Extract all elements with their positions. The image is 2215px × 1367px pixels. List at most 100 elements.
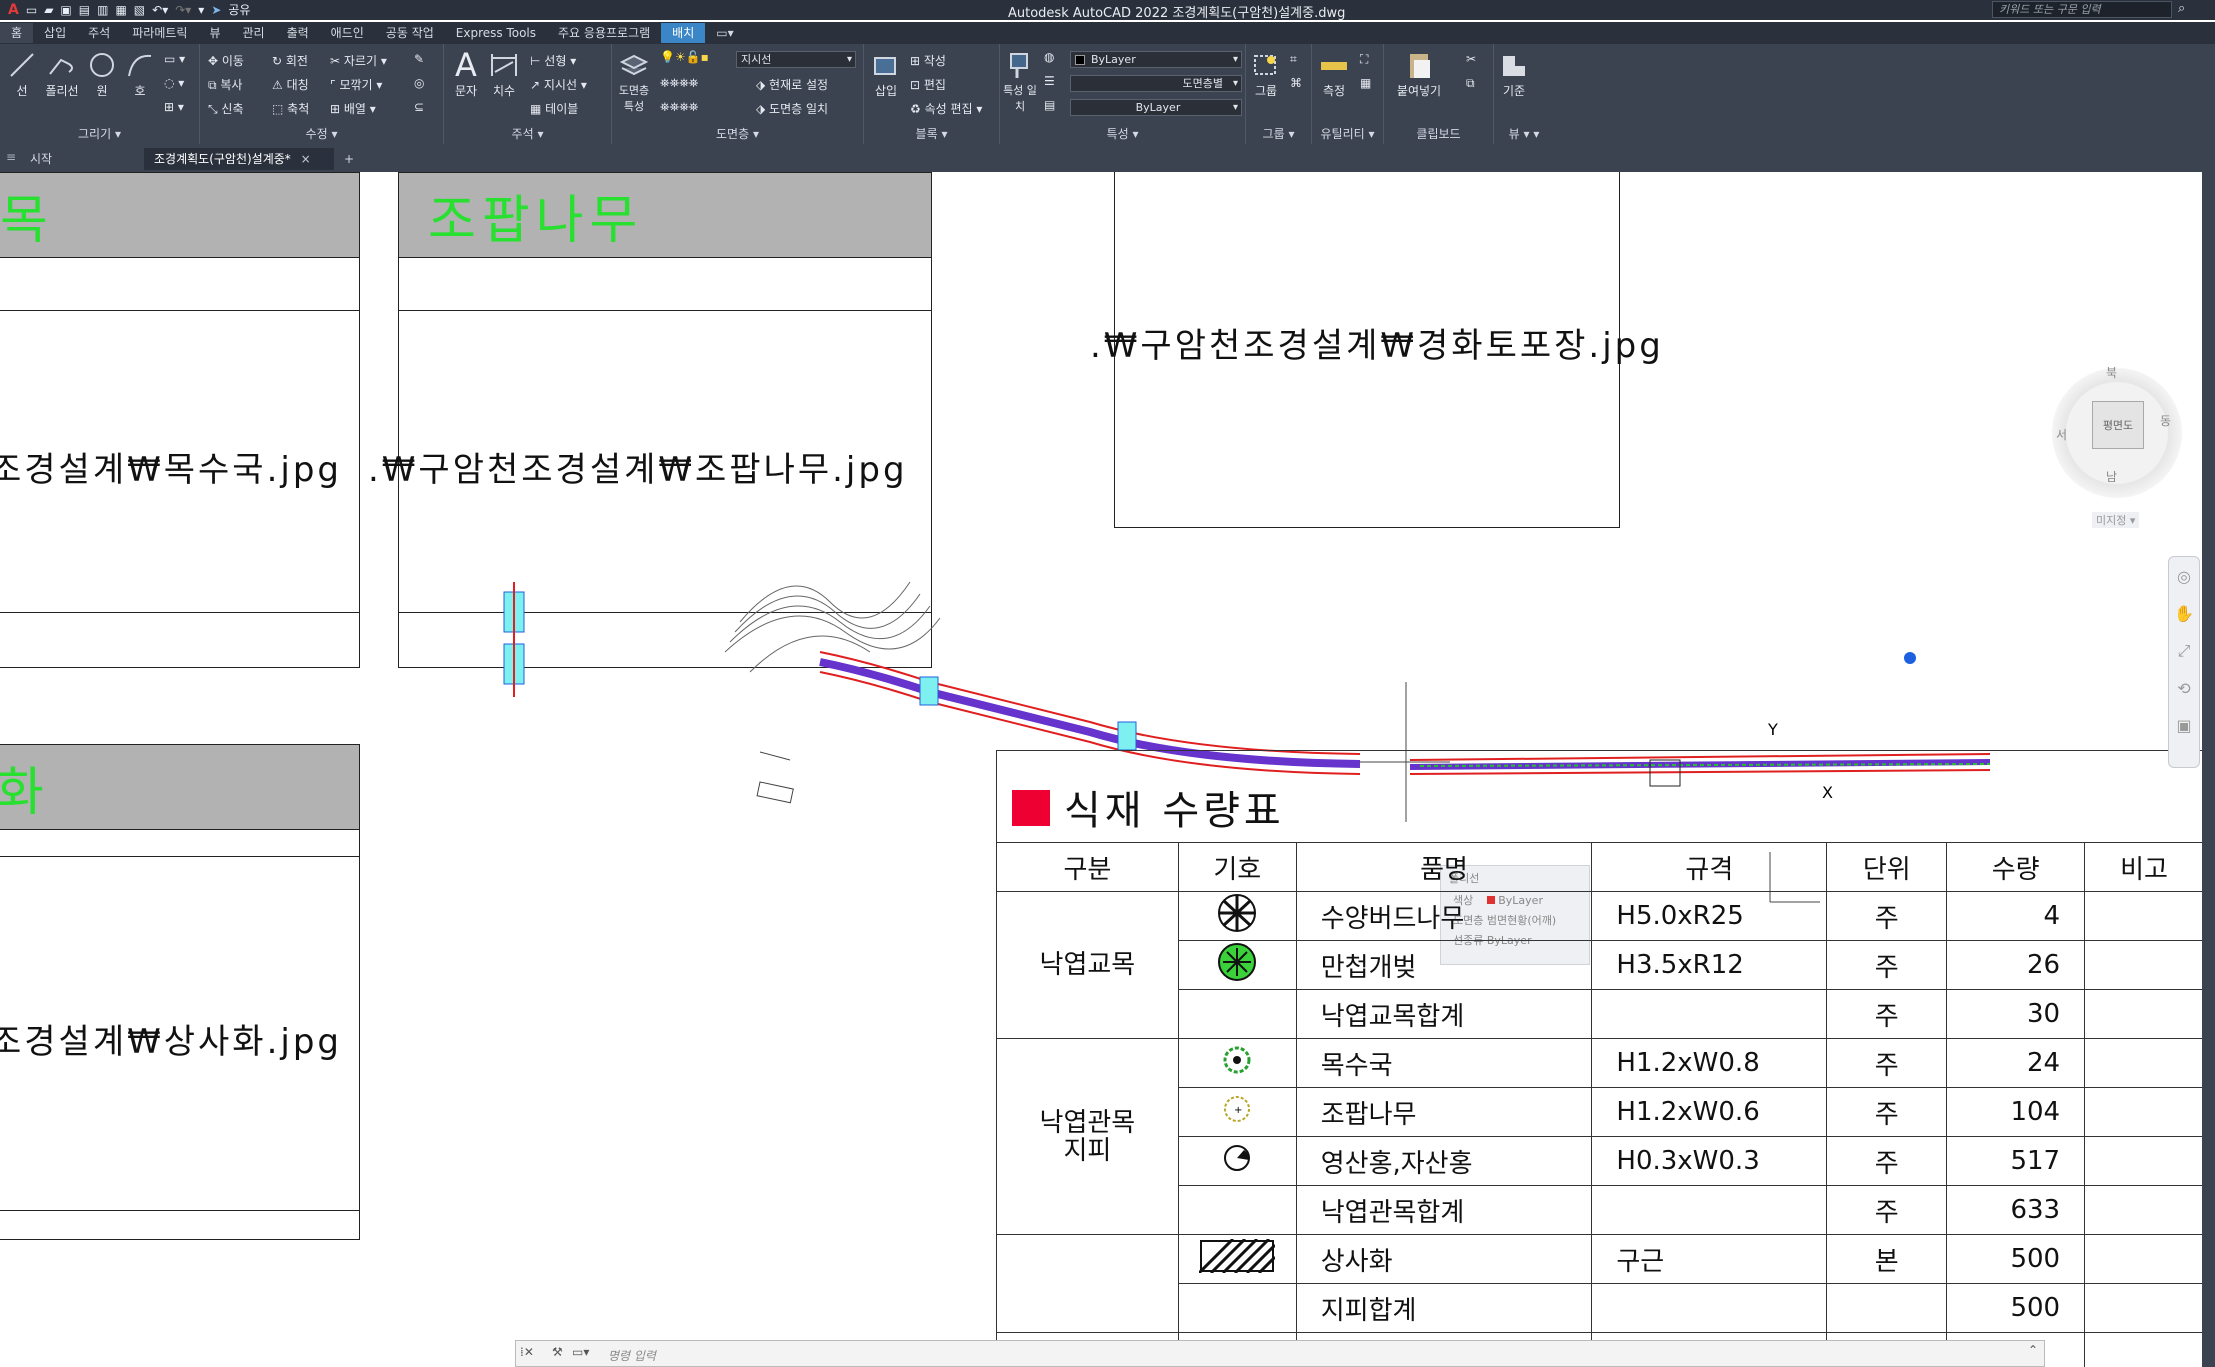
line-button[interactable]: 선	[4, 50, 40, 99]
rectangle-icon[interactable]: ▭ ▾	[164, 52, 185, 66]
array-button[interactable]: ⊞ 배열 ▾	[330, 100, 376, 117]
text-button[interactable]: A 문자	[448, 48, 484, 99]
stretch-button[interactable]: ⤡ 신축	[208, 100, 244, 117]
pan-icon[interactable]: ✋	[2169, 604, 2199, 623]
leader-button[interactable]: ↗ 지시선 ▾	[530, 76, 587, 93]
boundary-icon[interactable]: ⊞ ▾	[164, 100, 184, 114]
tab-drawing[interactable]: 조경계획도(구암천)설계중* ×	[144, 148, 334, 170]
tab-express-tools[interactable]: Express Tools	[445, 23, 547, 43]
layer-tools-icons[interactable]: ⛯⛯⛯⛯	[660, 76, 698, 91]
layer-state-icons[interactable]: 💡☀🔓▪	[660, 50, 709, 64]
match-properties-button[interactable]: 특성 일치	[1002, 50, 1038, 114]
match-layer-button[interactable]: ⬗ 도면층 일치	[756, 100, 828, 117]
arc-button[interactable]: 호	[122, 50, 158, 99]
command-input[interactable]: 명령 입력	[608, 1347, 656, 1364]
showmotion-icon[interactable]: ▣	[2169, 716, 2199, 735]
utilities-group-label[interactable]: 유틸리티 ▾	[1312, 125, 1383, 142]
tab-output[interactable]: 출력	[276, 23, 320, 43]
ungroup-icon[interactable]: ⌗	[1290, 52, 1297, 67]
tab-home[interactable]: 홈	[0, 23, 34, 43]
table-button[interactable]: ▦ 테이블	[530, 100, 578, 117]
copy-button[interactable]: ⧉ 복사	[208, 76, 242, 93]
close-cmd-icon[interactable]: ⁞✕	[520, 1345, 534, 1359]
view-group-label[interactable]: 뷰 ▾ ▾	[1494, 125, 1554, 142]
new-tab-button[interactable]: +	[334, 148, 364, 170]
make-current-button[interactable]: ⬗ 현재로 설정	[756, 76, 828, 93]
plot-icon[interactable]: ▧	[134, 3, 145, 17]
tab-view[interactable]: 뷰	[198, 23, 231, 43]
hatch-icon[interactable]: ◌ ▾	[164, 76, 184, 90]
base-view-button[interactable]: 기준	[1496, 50, 1532, 99]
drawing-canvas[interactable]: 목 조경설계₩목수국.jpg 조팝나무 .₩구암천조경설계₩조팝나무.jpg .…	[0, 172, 2202, 1367]
viewcube-north[interactable]: 북	[2106, 364, 2117, 381]
zoom-icon[interactable]: ⤢	[2169, 641, 2199, 661]
command-line[interactable]: ⁞✕ ⚒ ▭▾ 명령 입력 ⌃	[515, 1340, 2045, 1367]
modify-group-label[interactable]: 수정 ▾	[200, 125, 443, 142]
draw-group-label[interactable]: 그리기 ▾	[0, 125, 199, 142]
tab-featured-apps[interactable]: 주요 응용프로그램	[547, 23, 661, 43]
edit-block-button[interactable]: ⊡ 편집	[910, 76, 946, 93]
ribbon-toggle-icon[interactable]: ▭▾	[705, 23, 744, 43]
tab-parametric[interactable]: 파라메트릭	[121, 23, 198, 43]
create-block-button[interactable]: ⊞ 작성	[910, 52, 946, 69]
viewcube-east[interactable]: 동	[2160, 412, 2171, 429]
groups-group-label[interactable]: 그룹 ▾	[1246, 125, 1311, 142]
paste-button[interactable]: 붙여넣기	[1394, 50, 1444, 99]
open-icon[interactable]: ▰	[44, 3, 53, 17]
quick-select-icon[interactable]: ⛶	[1360, 52, 1368, 67]
dimension-button[interactable]: 치수	[486, 50, 522, 99]
explode-icon[interactable]: ◎	[414, 76, 424, 90]
calculator-icon[interactable]: ▦	[1360, 76, 1371, 90]
cmd-history-icon[interactable]: ▭▾	[572, 1345, 589, 1359]
move-button[interactable]: ✥ 이동	[208, 52, 244, 69]
wcs-menu[interactable]: 미지정 ▾	[2092, 512, 2140, 528]
layer-dropdown[interactable]: 지시선	[736, 51, 856, 68]
insert-block-button[interactable]: 삽입	[866, 50, 906, 99]
tab-annotate[interactable]: 주석	[77, 23, 121, 43]
app-logo[interactable]: A	[8, 2, 19, 18]
measure-button[interactable]: 측정	[1314, 50, 1354, 99]
orbit-icon[interactable]: ⟲	[2169, 679, 2199, 698]
tab-manage[interactable]: 관리	[231, 23, 275, 43]
wrench-icon[interactable]: ⚒	[552, 1345, 563, 1359]
color-wheel-icon[interactable]: ◍	[1044, 50, 1054, 64]
tab-insert[interactable]: 삽입	[33, 23, 77, 43]
copy-clip-icon[interactable]: ⧉	[1466, 76, 1475, 91]
share-label[interactable]: 공유	[228, 1, 250, 18]
circle-button[interactable]: 원	[84, 50, 120, 99]
scale-button[interactable]: ⬚ 축척	[272, 100, 309, 117]
undo-icon[interactable]: ↶▾	[152, 3, 168, 17]
tab-start[interactable]: 시작	[20, 148, 140, 170]
cut-icon[interactable]: ✂	[1466, 52, 1476, 66]
viewcube-face[interactable]: 평면도	[2092, 401, 2144, 449]
trim-button[interactable]: ✂ 자르기 ▾	[330, 52, 387, 69]
polyline-button[interactable]: 폴리선	[42, 50, 82, 99]
color-dropdown[interactable]: ByLayer	[1070, 51, 1242, 68]
steering-wheel-icon[interactable]: ◎	[2169, 567, 2199, 586]
cloud-save-icon[interactable]: ▥	[97, 3, 108, 17]
linetype-dropdown[interactable]: 도면층별	[1070, 75, 1242, 92]
redo-icon[interactable]: ↷▾	[175, 3, 191, 17]
lineweight-icon[interactable]: ▤	[1044, 98, 1055, 112]
layer-tools2-icons[interactable]: ⛯⛯⛯⛯	[660, 100, 698, 115]
rotate-button[interactable]: ↻ 회전	[272, 52, 308, 69]
tab-addins[interactable]: 애드인	[320, 23, 375, 43]
offset-icon[interactable]: ⊆	[414, 100, 424, 114]
menu-icon[interactable]: ≡	[6, 150, 16, 164]
tab-collaborate[interactable]: 공동 작업	[375, 23, 445, 43]
lineweight-dropdown[interactable]: ByLayer	[1070, 99, 1242, 116]
close-tab-icon[interactable]: ×	[301, 152, 311, 166]
clipboard-group-label[interactable]: 클립보드	[1384, 125, 1493, 142]
publish-icon[interactable]: ▦	[115, 3, 126, 17]
tab-layout[interactable]: 배치	[661, 23, 706, 43]
layer-properties-button[interactable]: 도면층 특성	[614, 50, 654, 114]
group-button[interactable]: 그룹	[1248, 50, 1284, 99]
edit-attribute-button[interactable]: ♻ 속성 편집 ▾	[910, 100, 982, 117]
search-input[interactable]: 키워드 또는 구문 입력	[1992, 1, 2172, 18]
cmd-scroll-icon[interactable]: ⌃	[2028, 1343, 2038, 1357]
linetype-icon[interactable]: ☰	[1044, 74, 1055, 88]
save-icon[interactable]: ▣	[60, 3, 71, 17]
group-edit-icon[interactable]: ⌘	[1290, 76, 1302, 90]
new-icon[interactable]: ▭	[26, 3, 37, 17]
search-icon[interactable]: ⌕	[2178, 1, 2185, 16]
